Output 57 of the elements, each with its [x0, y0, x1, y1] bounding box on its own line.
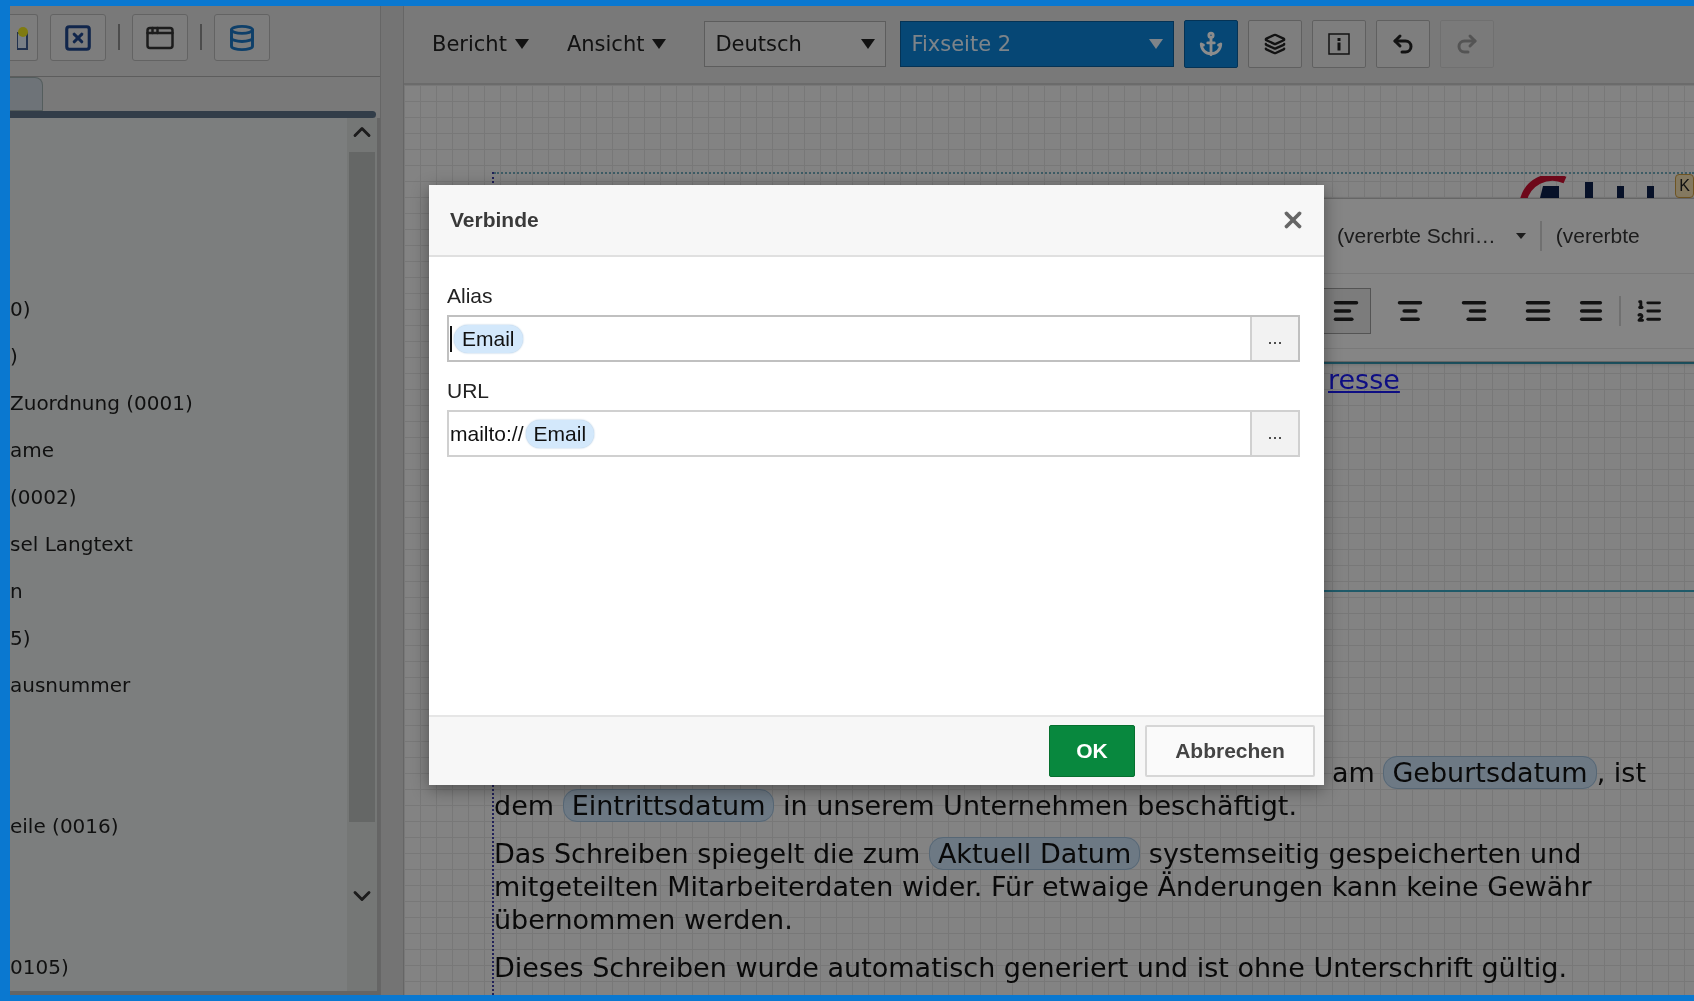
dialog-title: Verbinde	[450, 208, 539, 232]
link[interactable]: resse	[1328, 364, 1400, 395]
tree-item[interactable]: eile (0016)	[10, 803, 347, 850]
text-field[interactable]: Email ...	[447, 315, 1300, 362]
layers-icon	[1264, 32, 1287, 55]
body-text: dem	[494, 790, 556, 821]
menu-button[interactable]: Bericht	[432, 31, 545, 56]
body-text: in unserem Unternehmen beschäftigt.	[782, 790, 1297, 821]
numbered-list-icon[interactable]	[1635, 297, 1663, 325]
font-dropdown[interactable]: (vererbte Schri…	[1337, 224, 1526, 248]
browse-button[interactable]: ...	[1250, 412, 1298, 455]
menu-button[interactable]: Ansicht	[566, 31, 683, 56]
field-label: Alias	[447, 283, 494, 309]
field-placeholder[interactable]: Eintrittsdatum	[562, 789, 775, 822]
body-text: , ist	[1596, 757, 1646, 788]
align-button[interactable]	[1321, 288, 1371, 334]
scrollbar[interactable]	[347, 118, 377, 991]
database-icon	[228, 23, 256, 52]
tree-item[interactable]: sel Langtext	[10, 521, 347, 568]
text-field[interactable]: mailto:// Email ...	[447, 410, 1300, 457]
field-label: URL	[447, 378, 490, 404]
browse-button[interactable]: ...	[1250, 317, 1298, 360]
dropdown[interactable]: Fixseite 2	[900, 20, 1175, 67]
tree-item[interactable]: n	[10, 568, 347, 615]
tree-item[interactable]: Zuordnung (0001)	[10, 380, 347, 427]
info-icon	[1328, 32, 1351, 55]
field-placeholder[interactable]: Aktuell Datum	[928, 837, 1141, 870]
tree-item[interactable]: (0002)	[10, 474, 347, 521]
windows-button[interactable]	[132, 14, 188, 61]
ok-button[interactable]: OK	[1049, 725, 1135, 777]
field-placeholder[interactable]: Geburtsdatum	[1383, 756, 1597, 789]
undo-button[interactable]	[1376, 19, 1431, 68]
tree-item[interactable]: 0105)	[10, 944, 347, 991]
anchor-button[interactable]	[1184, 19, 1239, 68]
body-text: Das Schreiben spiegelt die zum	[494, 838, 922, 869]
body-text: am	[1332, 757, 1376, 788]
close-button[interactable]	[50, 14, 106, 61]
body-text: Dieses Schreiben wurde automatisch generiert und ist ohne Unterschrift gültig.	[494, 952, 1567, 983]
dropdown[interactable]: Deutsch	[704, 20, 887, 67]
anchor-icon	[1198, 30, 1225, 57]
info-button[interactable]	[1312, 19, 1367, 68]
new-item-icon	[16, 24, 31, 51]
tree-item[interactable]: ame	[10, 427, 347, 474]
tree-item[interactable]: ausnummer	[10, 662, 347, 709]
tree-item[interactable]: 5)	[10, 615, 347, 662]
database-button[interactable]	[214, 14, 270, 61]
body-text: mitgeteilten Mitarbeiterdaten wider. Für etwaige Änderungen kann keine Gewähr	[494, 871, 1592, 902]
toolbar-icon-button[interactable]	[10, 14, 38, 61]
close-icon	[63, 22, 93, 53]
cancel-button[interactable]: Abbrechen	[1145, 725, 1315, 777]
layers-button[interactable]	[1248, 19, 1303, 68]
body-text: übernommen werden.	[494, 904, 793, 935]
marker-badge: K	[1675, 174, 1694, 198]
body-text: systemseitig gespeicherten und	[1147, 838, 1582, 869]
size-dropdown[interactable]: (vererbte	[1555, 224, 1640, 248]
tree-item[interactable]: )	[10, 333, 347, 380]
tree-item[interactable]: 0)	[10, 286, 347, 333]
